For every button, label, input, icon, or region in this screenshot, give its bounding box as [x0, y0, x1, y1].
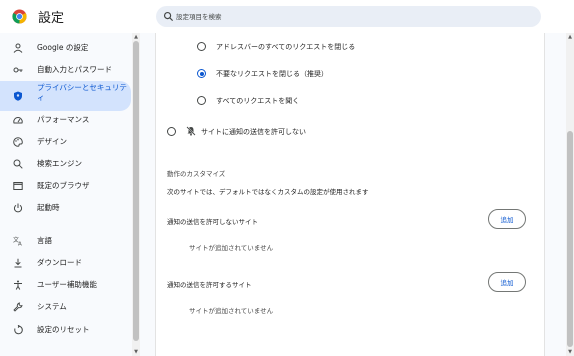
sidebar-item-label: 自動入力とパスワード — [37, 65, 112, 74]
header: 設定 — [0, 0, 574, 33]
search-input[interactable] — [176, 9, 476, 24]
sidebar-item-label: 起動時 — [37, 203, 60, 212]
accessibility-icon — [14, 280, 22, 290]
sidebar-item-reset-settings[interactable]: 設定のリセット — [0, 319, 131, 341]
sidebar-item-label: Google の設定 — [37, 43, 89, 52]
customize-description: 次のサイトでは、デフォルトではなくカスタムの設定が使用されます — [167, 188, 369, 196]
sidebar-item-label: 設定のリセット — [37, 325, 90, 334]
radio-quiet-all[interactable] — [197, 42, 206, 51]
person-icon — [13, 43, 23, 53]
scroll-up-arrow-icon[interactable]: ▲ — [567, 34, 573, 40]
sidebar-item-label: 検索エンジン — [37, 159, 82, 168]
add-not-allowed-site-button[interactable]: 追加 — [488, 209, 526, 229]
sidebar-item-accessibility[interactable]: ユーザー補助機能 — [0, 274, 131, 296]
main-content: アドレスバーのすべてのリクエストを閉じる 不要なリクエストを閉じる（推奨） すべ… — [140, 33, 574, 356]
sidebar-item-privacy[interactable]: プライバシーとセキュリティ — [0, 81, 131, 111]
empty-list-text: サイトが追加されていません — [189, 307, 274, 315]
radio-label: アドレスバーのすべてのリクエストを閉じる — [216, 43, 356, 51]
page-title: 設定 — [38, 11, 65, 26]
search-icon — [163, 11, 174, 22]
scroll-up-arrow-icon[interactable]: ▲ — [133, 34, 139, 40]
download-icon — [14, 258, 22, 268]
sidebar-item-label: デザイン — [37, 137, 67, 146]
sidebar-item-label: ユーザー補助機能 — [37, 280, 97, 289]
sidebar-item-autofill[interactable]: 自動入力とパスワード — [0, 59, 131, 81]
sidebar-item-appearance[interactable]: デザイン — [0, 131, 131, 153]
key-icon — [13, 67, 23, 73]
shield-icon — [14, 91, 22, 101]
empty-list-text: サイトが追加されていません — [189, 244, 274, 252]
sidebar: Google の設定 自動入力とパスワード プライバシーとセキュリティ パフォー… — [0, 33, 140, 356]
browser-window-icon — [13, 182, 23, 190]
sidebar-item-performance[interactable]: パフォーマンス — [0, 109, 131, 131]
translate-icon: 文 A — [13, 236, 22, 247]
add-allowed-site-button[interactable]: 追加 — [488, 272, 526, 292]
main-scrollbar-thumb[interactable] — [567, 131, 573, 347]
svg-text:A: A — [18, 242, 22, 247]
sidebar-item-on-startup[interactable]: 起動時 — [0, 197, 131, 219]
not-allowed-heading: 通知の送信を許可しないサイト — [167, 218, 258, 226]
radio-block-notifications[interactable] — [167, 127, 176, 136]
radio-quiet-unwanted[interactable] — [197, 69, 206, 78]
sidebar-item-label: システム — [37, 302, 67, 311]
search-box[interactable] — [156, 6, 541, 27]
palette-icon — [13, 137, 23, 147]
speedometer-icon — [13, 117, 23, 124]
notifications-settings-card: アドレスバーのすべてのリクエストを閉じる 不要なリクエストを閉じる（推奨） すべ… — [155, 33, 545, 356]
radio-allow-all[interactable] — [197, 96, 206, 105]
radio-label: すべてのリクエストを聞く — [216, 97, 300, 105]
scroll-down-arrow-icon[interactable]: ▼ — [133, 349, 139, 355]
sidebar-item-label: ダウンロード — [37, 258, 82, 267]
wrench-icon — [13, 302, 23, 312]
notifications-off-icon — [186, 126, 196, 136]
allowed-heading: 通知の送信を許可するサイト — [167, 281, 252, 289]
scroll-down-arrow-icon[interactable]: ▼ — [567, 349, 573, 355]
sidebar-item-system[interactable]: システム — [0, 296, 131, 318]
radio-label: サイトに通知の送信を許可しない — [201, 128, 306, 136]
customize-heading: 動作のカスタマイズ — [167, 170, 226, 178]
sidebar-item-google-settings[interactable]: Google の設定 — [0, 37, 131, 59]
sidebar-item-downloads[interactable]: ダウンロード — [0, 252, 131, 274]
power-icon — [13, 203, 23, 213]
reset-icon — [14, 325, 23, 335]
sidebar-item-label: 既定のブラウザ — [37, 181, 90, 190]
sidebar-item-languages[interactable]: 文 A 言語 — [0, 230, 131, 252]
sidebar-item-label: プライバシーとセキュリティ — [37, 83, 127, 102]
radio-label: 不要なリクエストを閉じる（推奨） — [216, 70, 328, 78]
sidebar-item-label: 言語 — [37, 236, 52, 245]
chrome-logo-icon — [12, 9, 27, 24]
sidebar-item-label: パフォーマンス — [37, 115, 90, 124]
sidebar-item-default-browser[interactable]: 既定のブラウザ — [0, 175, 131, 197]
sidebar-item-search-engine[interactable]: 検索エンジン — [0, 153, 131, 175]
sidebar-scrollbar-thumb[interactable] — [133, 41, 139, 341]
search-icon — [13, 159, 23, 169]
